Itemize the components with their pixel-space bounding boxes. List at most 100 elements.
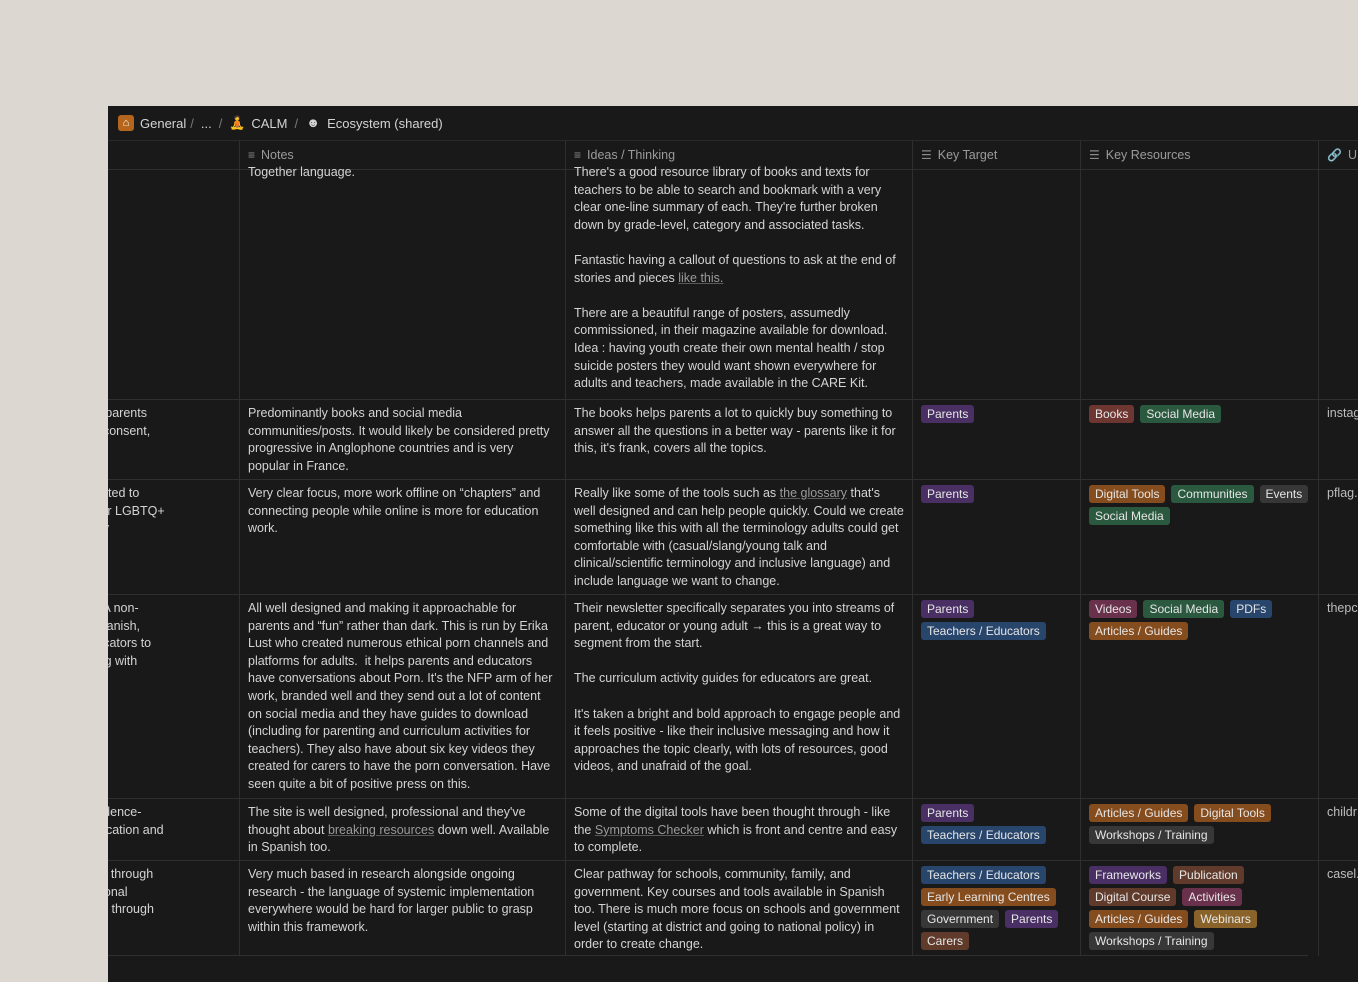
table-row[interactable]: rce aimed at parents ty, changes, consen… — [108, 399, 1358, 480]
breadcrumb-calm-label: CALM — [251, 115, 288, 131]
symptoms-checker-link[interactable]: Symptoms Checker — [595, 823, 704, 837]
tag-events[interactable]: Events — [1259, 485, 1309, 503]
ideas-cell[interactable]: Clear pathway for schools, community, fa… — [566, 860, 913, 956]
ideas-cell[interactable]: Their newsletter specifically separates … — [566, 594, 913, 798]
resources-cell[interactable]: Books Social Media — [1081, 399, 1319, 479]
tag-digital-tools[interactable]: Digital Tools — [1194, 804, 1271, 822]
tag-parents[interactable]: Parents — [921, 485, 975, 503]
tag-publication[interactable]: Publication — [1173, 866, 1244, 884]
tag-government[interactable]: Government — [921, 910, 1000, 928]
tag-videos[interactable]: Videos — [1089, 600, 1138, 618]
tag-workshops-training[interactable]: Workshops / Training — [1089, 826, 1214, 844]
target-cell[interactable]: Teachers / Educators Early Learning Cent… — [913, 860, 1081, 956]
glossary-link[interactable]: the glossary — [780, 486, 847, 500]
tag-parents[interactable]: Parents — [1005, 910, 1059, 928]
tag-social-media[interactable]: Social Media — [1140, 405, 1222, 423]
ideas-cell[interactable]: Some of the digital tools have been thou… — [566, 798, 913, 860]
description-cell[interactable] — [108, 158, 240, 399]
ideas-text: Fantastic having a callout of questions … — [574, 252, 900, 285]
ideas-text: There are a beautiful range of posters, … — [574, 305, 891, 391]
tag-early-learning-centres[interactable]: Early Learning Centres — [921, 888, 1056, 906]
tag-workshops-training[interactable]: Workshops / Training — [1089, 932, 1214, 950]
notes-cell[interactable]: Very clear focus, more work offline on “… — [240, 479, 566, 594]
notes-cell[interactable]: The site is well designed, professional … — [240, 798, 566, 860]
description-cell[interactable]: s the slogal. A non- n English, Spanish,… — [108, 594, 240, 798]
tag-teachers-educators[interactable]: Teachers / Educators — [921, 866, 1046, 884]
notes-text: Very much based in research alongside on… — [248, 867, 538, 934]
breadcrumb-separator: / — [190, 115, 194, 131]
description-cell[interactable]: temic change through ial and emotional o… — [108, 860, 240, 956]
notes-cell[interactable]: Very much based in research alongside on… — [240, 860, 566, 956]
breadcrumb-ellipsis[interactable]: ... — [201, 116, 212, 131]
tag-teachers-educators[interactable]: Teachers / Educators — [921, 622, 1046, 640]
notes-text: Very clear focus, more work offline on “… — [248, 486, 544, 536]
tag-activities[interactable]: Activities — [1182, 888, 1242, 906]
tag-social-media[interactable]: Social Media — [1089, 507, 1170, 525]
tag-webinars[interactable]: Webinars — [1194, 910, 1257, 928]
tag-articles-guides[interactable]: Articles / Guides — [1089, 804, 1189, 822]
tag-articles-guides[interactable]: Articles / Guides — [1089, 622, 1189, 640]
breaking-resources-link[interactable]: breaking resources — [328, 823, 434, 837]
url-cell[interactable]: thepc — [1319, 594, 1358, 798]
table-row[interactable]: al health, evidence- s : Care, Education… — [108, 798, 1358, 861]
ideas-cell[interactable]: There's a good resource library of books… — [566, 158, 913, 399]
breadcrumb-calm[interactable]: 🧘 CALM — [229, 115, 287, 131]
tag-teachers-educators[interactable]: Teachers / Educators — [921, 826, 1046, 844]
resources-cell[interactable]: Articles / Guides Digital Tools Workshop… — [1081, 798, 1319, 860]
ideas-text: Some of the digital tools have been thou… — [574, 805, 901, 855]
table-row[interactable]: Together language. There's a good resour… — [108, 158, 1358, 400]
description-cell[interactable]: he US dedicated to advocating for LGBTQ+… — [108, 479, 240, 594]
target-cell[interactable]: Parents — [913, 479, 1081, 594]
url-cell[interactable] — [1319, 158, 1358, 399]
ideas-text: Their newsletter specifically separates … — [574, 601, 898, 651]
ideas-cell[interactable]: Really like some of the tools such as th… — [566, 479, 913, 594]
like-this-link[interactable]: like this. — [678, 271, 723, 285]
breadcrumb-general-label: General — [140, 115, 187, 131]
resources-cell[interactable]: Videos Social Media PDFs Articles / Guid… — [1081, 594, 1319, 798]
smiley-icon: ☻ — [306, 115, 320, 130]
resources-cell[interactable]: Digital Tools Communities Events Social … — [1081, 479, 1319, 594]
tag-pdfs[interactable]: PDFs — [1230, 600, 1273, 618]
description-cell[interactable]: al health, evidence- s : Care, Education… — [108, 798, 240, 860]
tag-digital-course[interactable]: Digital Course — [1089, 888, 1177, 906]
breadcrumb-ecosystem[interactable]: ☻ Ecosystem (shared) — [305, 115, 442, 131]
tag-social-media[interactable]: Social Media — [1143, 600, 1225, 618]
url-cell[interactable]: instag — [1319, 399, 1358, 479]
resources-cell[interactable]: Frameworks Publication Digital Course Ac… — [1081, 860, 1319, 956]
notes-text: Together language. — [248, 165, 356, 179]
notes-text: Predominantly books and social media com… — [248, 406, 554, 473]
tag-digital-tools[interactable]: Digital Tools — [1089, 485, 1166, 503]
tag-carers[interactable]: Carers — [921, 932, 970, 950]
url-cell[interactable]: childr — [1319, 798, 1358, 860]
ideas-text: The books helps parents a lot to quickly… — [574, 406, 900, 456]
target-cell[interactable]: Parents Teachers / Educators — [913, 594, 1081, 798]
notes-text: The site is well designed, professional … — [248, 805, 553, 855]
ideas-text: There's a good resource library of books… — [574, 165, 885, 232]
table-row[interactable]: temic change through ial and emotional o… — [108, 860, 1358, 956]
horizontal-scrollbar[interactable] — [108, 955, 1308, 956]
table-row[interactable]: he US dedicated to advocating for LGBTQ+… — [108, 479, 1358, 595]
tag-parents[interactable]: Parents — [921, 405, 975, 423]
target-cell[interactable]: Parents — [913, 399, 1081, 479]
tag-parents[interactable]: Parents — [921, 600, 975, 618]
notes-cell[interactable]: Together language. — [240, 158, 566, 399]
breadcrumb-separator: / — [218, 115, 223, 131]
target-cell[interactable]: Parents Teachers / Educators — [913, 798, 1081, 860]
url-cell[interactable]: casel. — [1319, 860, 1358, 956]
resources-cell[interactable] — [1081, 158, 1319, 399]
ideas-cell[interactable]: The books helps parents a lot to quickly… — [566, 399, 913, 479]
tag-communities[interactable]: Communities — [1171, 485, 1254, 503]
notes-text: All well designed and making it approach… — [248, 601, 556, 791]
ideas-text: Really like some of the tools such as th… — [574, 486, 908, 588]
tag-frameworks[interactable]: Frameworks — [1089, 866, 1168, 884]
description-cell[interactable]: rce aimed at parents ty, changes, consen… — [108, 399, 240, 479]
url-cell[interactable]: pflag. — [1319, 479, 1358, 594]
notes-cell[interactable]: All well designed and making it approach… — [240, 594, 566, 798]
tag-books[interactable]: Books — [1089, 405, 1135, 423]
tag-articles-guides[interactable]: Articles / Guides — [1089, 910, 1189, 928]
notes-cell[interactable]: Predominantly books and social media com… — [240, 399, 566, 479]
target-cell[interactable] — [913, 158, 1081, 399]
tag-parents[interactable]: Parents — [921, 804, 975, 822]
table-row[interactable]: s the slogal. A non- n English, Spanish,… — [108, 594, 1358, 799]
breadcrumb-general[interactable]: ⌂ General — [118, 115, 186, 131]
